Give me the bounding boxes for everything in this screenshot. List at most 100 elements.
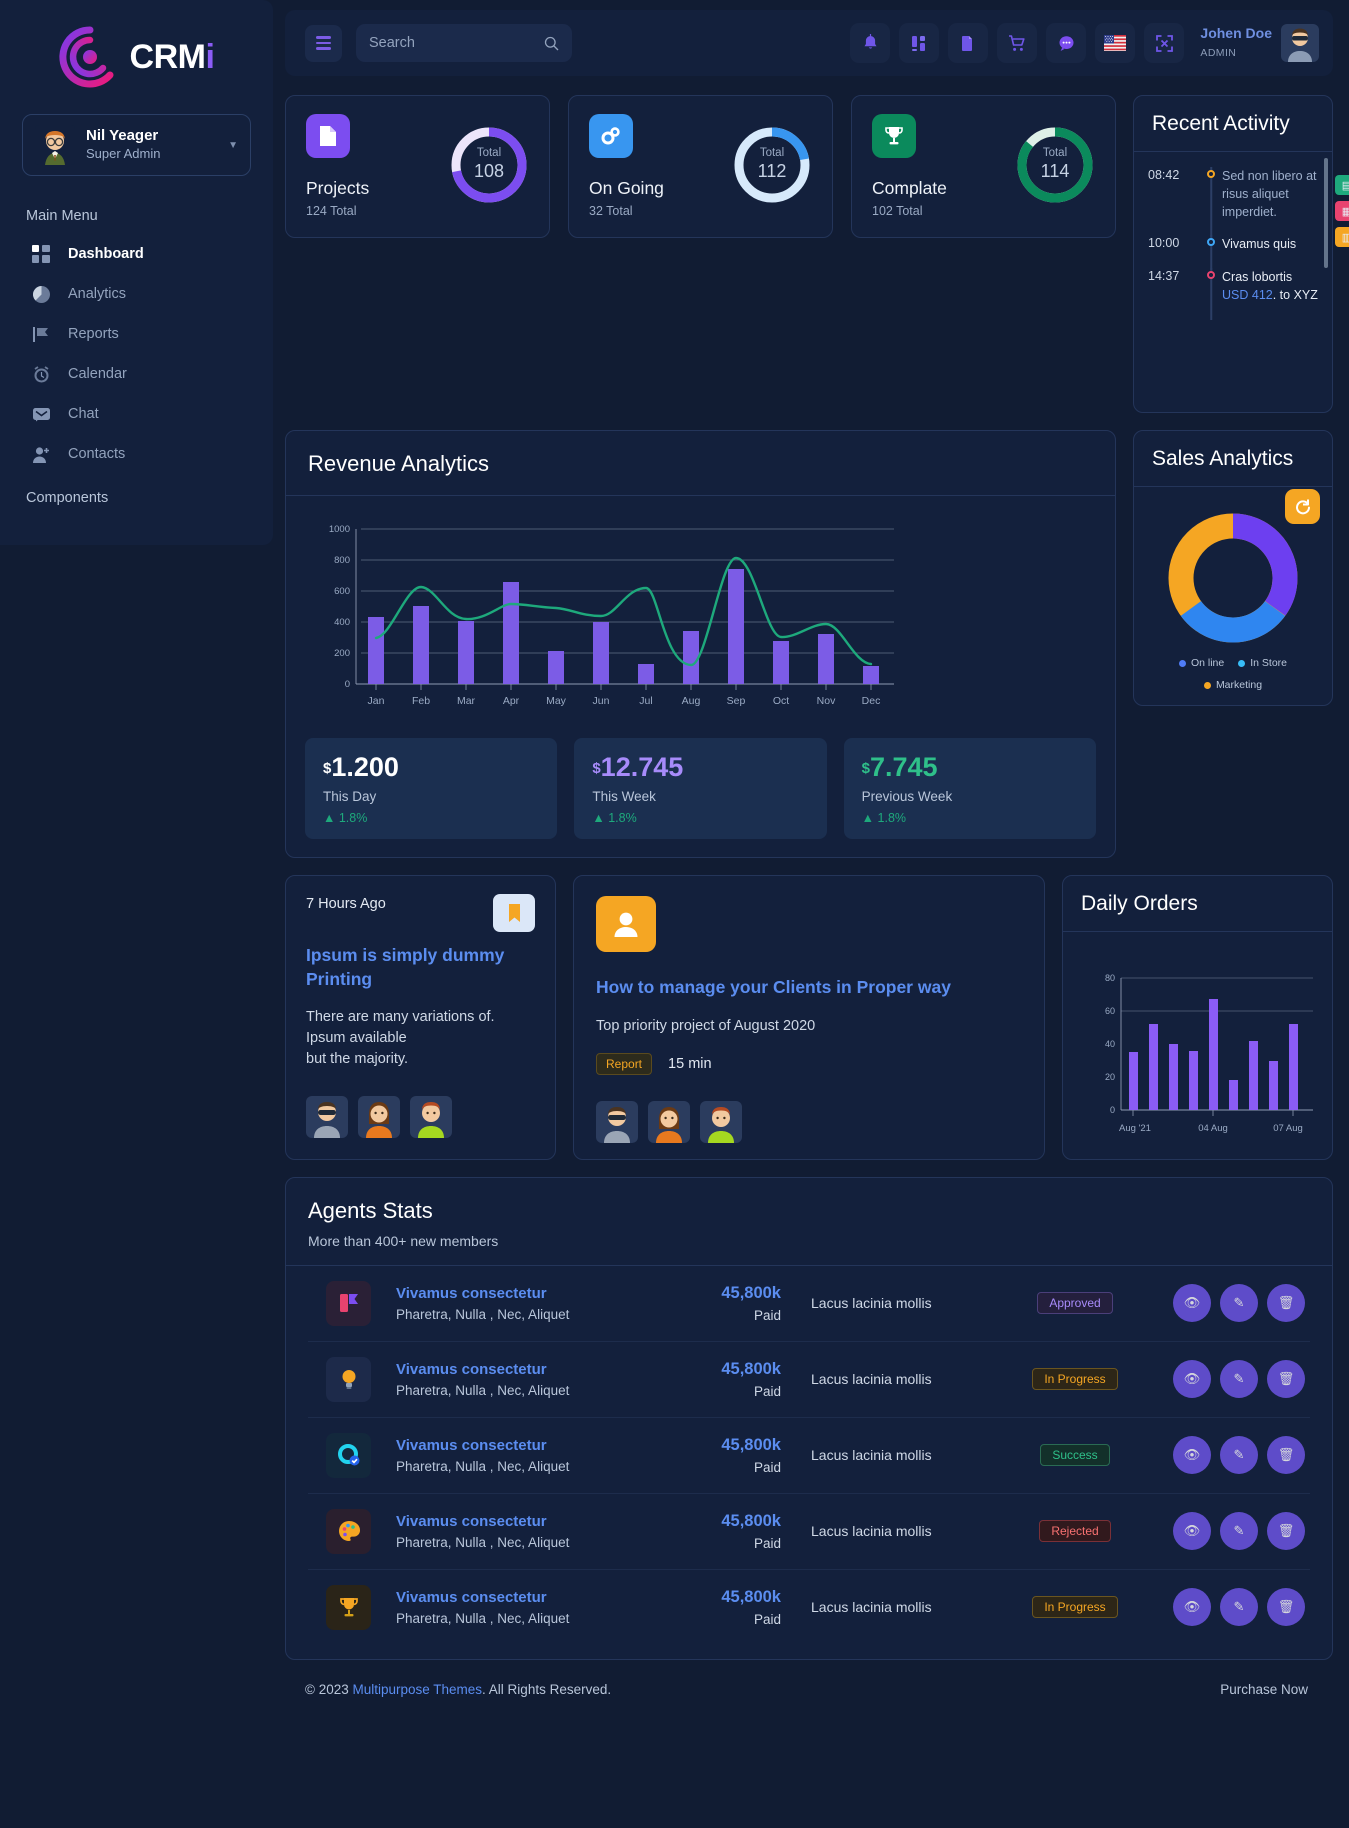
activity-time: 08:42 xyxy=(1148,168,1180,182)
revenue-label: This Week xyxy=(592,789,656,804)
sidebar-item-contacts[interactable]: Contacts xyxy=(0,434,273,474)
pink-tab-icon[interactable]: ▦ xyxy=(1335,201,1349,221)
agent-amount: 45,800k xyxy=(721,1587,781,1606)
green-tab-icon[interactable]: ▤ xyxy=(1335,175,1349,195)
svg-text:1000: 1000 xyxy=(329,524,350,535)
revenue-stat-this-day[interactable]: $1.200 This Day ▲ 1.8% xyxy=(305,738,558,839)
svg-text:400: 400 xyxy=(334,617,350,628)
edit-icon[interactable]: ✎ xyxy=(1220,1360,1258,1399)
view-icon[interactable]: 👁 xyxy=(1173,1436,1211,1475)
search-box[interactable] xyxy=(356,24,572,62)
overview-row: Projects 124 Total Total 108 On Going 32… xyxy=(285,95,1333,413)
stat-card-complate[interactable]: Complate 102 Total Total 114 xyxy=(851,95,1116,238)
search-input[interactable] xyxy=(369,35,544,51)
flag-us-icon[interactable] xyxy=(1095,23,1136,63)
footer-purchase-link[interactable]: Purchase Now xyxy=(1220,1682,1308,1697)
table-row[interactable]: Vivamus consectetur Pharetra, Nulla , Ne… xyxy=(308,1418,1310,1494)
delete-icon[interactable]: 🗑 xyxy=(1267,1588,1305,1627)
sidebar-profile[interactable]: Nil Yeager Super Admin ▼ xyxy=(22,114,251,176)
daily-orders-card: Daily Orders 80 60 40 20 0 Aug '21 04 Au… xyxy=(1062,875,1333,1160)
table-row[interactable]: Vivamus consectetur Pharetra, Nulla , Ne… xyxy=(308,1570,1310,1645)
sidebar-item-analytics[interactable]: Analytics xyxy=(0,274,273,314)
edit-icon[interactable]: ✎ xyxy=(1220,1284,1258,1323)
activity-item[interactable]: 10:00 Vivamus quis xyxy=(1148,230,1320,270)
revenue-title: Revenue Analytics xyxy=(308,451,489,476)
agent-status-cell: Approved xyxy=(1015,1292,1135,1315)
sidebar-item-reports[interactable]: Reports xyxy=(0,314,273,354)
activity-item[interactable]: 14:37 Cras lobortis USD 412. to XYZ xyxy=(1148,263,1320,320)
svg-text:Aug: Aug xyxy=(682,695,701,707)
stat-card-total-label: Total xyxy=(1042,147,1068,160)
agent-name[interactable]: Vivamus consectetur xyxy=(396,1513,661,1530)
view-icon[interactable]: 👁 xyxy=(1173,1588,1211,1627)
activity-item[interactable]: 08:42 Sed non libero at risus aliquet im… xyxy=(1148,162,1320,238)
chevron-down-icon[interactable]: ▼ xyxy=(228,140,238,151)
edit-icon[interactable]: ✎ xyxy=(1220,1436,1258,1475)
svg-text:600: 600 xyxy=(334,586,350,597)
delete-icon[interactable]: 🗑 xyxy=(1267,1284,1305,1323)
folder-icon[interactable] xyxy=(948,23,989,63)
agent-name-cell: Vivamus consectetur Pharetra, Nulla , Ne… xyxy=(371,1589,661,1626)
revenue-stat-this-week[interactable]: $12.745 This Week ▲ 1.8% xyxy=(574,738,827,839)
fullscreen-icon[interactable] xyxy=(1144,23,1185,63)
sidebar-section-components: Components xyxy=(26,490,109,506)
edit-icon[interactable]: ✎ xyxy=(1220,1588,1258,1627)
table-row[interactable]: Vivamus consectetur Pharetra, Nulla , Ne… xyxy=(308,1266,1310,1342)
activity-scrollbar[interactable] xyxy=(1324,158,1328,268)
agent-amount-cell: 45,800k Paid xyxy=(661,1284,781,1323)
report-tag[interactable]: Report xyxy=(596,1052,653,1075)
svg-text:Sep: Sep xyxy=(727,695,746,707)
widgets-icon[interactable] xyxy=(899,23,940,63)
stat-card-projects[interactable]: Projects 124 Total Total 108 xyxy=(285,95,550,238)
stat-card-donut-projects: Total 108 xyxy=(448,124,530,206)
view-icon[interactable]: 👁 xyxy=(1173,1360,1211,1399)
view-icon[interactable]: 👁 xyxy=(1173,1284,1211,1323)
stat-card-total-label: Total xyxy=(759,147,785,160)
brand-logo[interactable]: CRMi xyxy=(0,0,273,110)
table-row[interactable]: Vivamus consectetur Pharetra, Nulla , Ne… xyxy=(308,1342,1310,1418)
refresh-icon[interactable] xyxy=(1285,489,1320,524)
topbar-user[interactable]: Johen Doe ADMIN xyxy=(1200,24,1319,62)
view-icon[interactable]: 👁 xyxy=(1173,1512,1211,1551)
cart-icon[interactable] xyxy=(997,23,1038,63)
clients-avatars xyxy=(596,1100,1022,1143)
daily-orders-chart: 80 60 40 20 0 Aug '21 04 Aug 07 Aug xyxy=(1063,932,1332,1141)
yellow-tab-icon[interactable]: ▥ xyxy=(1335,227,1349,247)
clients-card: How to manage your Clients in Proper way… xyxy=(573,875,1045,1160)
bell-icon[interactable] xyxy=(850,23,891,63)
sidebar-item-dashboard[interactable]: Dashboard xyxy=(0,234,273,274)
agent-amount: 45,800k xyxy=(721,1511,781,1530)
news-title[interactable]: Ipsum is simply dummy Printing xyxy=(306,944,535,991)
agent-name[interactable]: Vivamus consectetur xyxy=(396,1589,661,1606)
svg-text:Nov: Nov xyxy=(817,695,836,707)
bookmark-icon[interactable] xyxy=(493,894,535,932)
palette-icon xyxy=(326,1508,371,1554)
sidebar-item-calendar[interactable]: Calendar xyxy=(0,354,273,394)
clients-title[interactable]: How to manage your Clients in Proper way xyxy=(596,976,1022,1000)
agents-subtitle: More than 400+ new members xyxy=(308,1232,499,1249)
table-row[interactable]: Vivamus consectetur Pharetra, Nulla , Ne… xyxy=(308,1494,1310,1570)
agent-name[interactable]: Vivamus consectetur xyxy=(396,1361,661,1378)
agent-name-cell: Vivamus consectetur Pharetra, Nulla , Ne… xyxy=(371,1513,661,1550)
sidebar-item-chat[interactable]: Chat xyxy=(0,394,273,434)
delete-icon[interactable]: 🗑 xyxy=(1267,1512,1305,1551)
agent-name[interactable]: Vivamus consectetur xyxy=(396,1437,661,1454)
search-icon[interactable] xyxy=(544,36,559,51)
topbar-user-role: ADMIN xyxy=(1200,47,1237,59)
clients-body: Top priority project of August 2020 xyxy=(596,1017,816,1034)
hamburger-icon[interactable] xyxy=(305,24,342,62)
chart-flag-icon xyxy=(326,1280,371,1326)
agent-description: Lacus lacinia mollis xyxy=(811,1371,932,1388)
stat-card-ongoing[interactable]: On Going 32 Total Total 112 xyxy=(568,95,833,238)
delete-icon[interactable]: 🗑 xyxy=(1267,1360,1305,1399)
topbar: Johen Doe ADMIN xyxy=(285,10,1333,76)
agent-name[interactable]: Vivamus consectetur xyxy=(396,1285,661,1302)
delete-icon[interactable]: 🗑 xyxy=(1267,1436,1305,1475)
edit-icon[interactable]: ✎ xyxy=(1220,1512,1258,1551)
activity-link[interactable]: USD 412 xyxy=(1222,288,1273,302)
revenue-stat-previous-week[interactable]: $7.745 Previous Week ▲ 1.8% xyxy=(843,738,1096,839)
message-icon[interactable] xyxy=(1046,23,1087,63)
agents-title: Agents Stats xyxy=(308,1197,433,1223)
user-plus-icon xyxy=(30,443,52,465)
revenue-chart: 1000 800 600 400 200 0 Jan Feb Mar Apr M… xyxy=(286,496,1115,718)
